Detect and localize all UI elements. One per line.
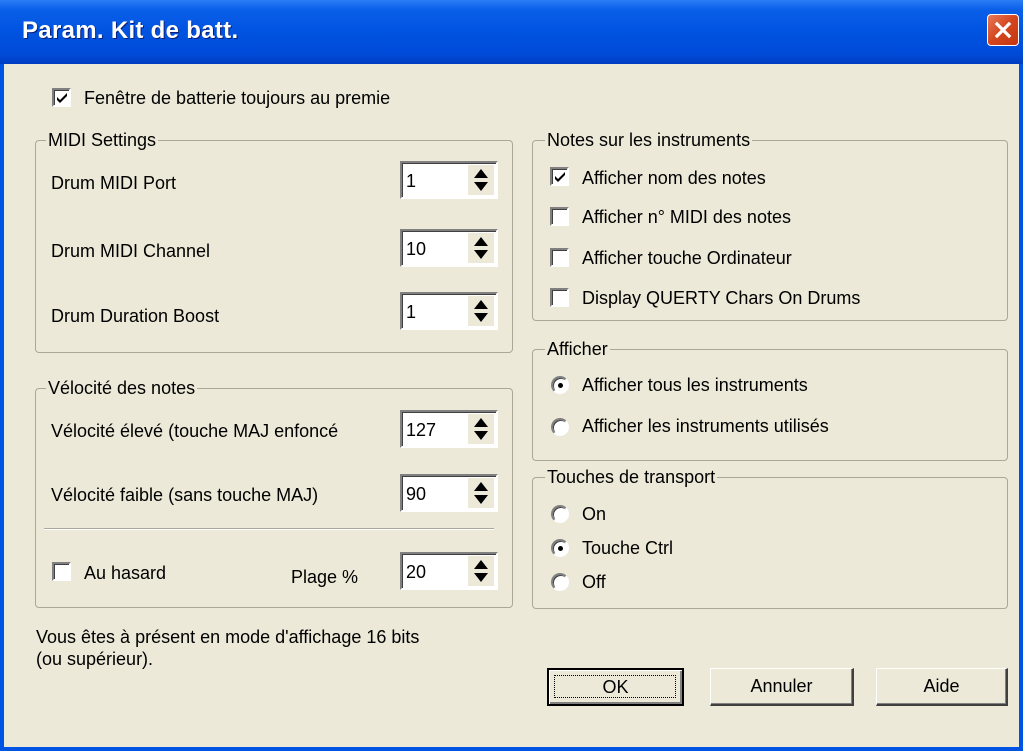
range-percent-value[interactable]: 20 [406, 561, 426, 583]
drum-midi-channel-spinner[interactable]: 10 [400, 229, 498, 267]
velocity-divider [44, 528, 494, 530]
velocity-low-spinner[interactable]: 90 [400, 474, 498, 512]
display-mode-info-line2: (ou supérieur). [36, 649, 154, 669]
help-button[interactable]: Aide [876, 668, 1008, 706]
help-button-label: Aide [923, 676, 960, 696]
spin-arrows-icon [474, 169, 488, 191]
spinner-arrows[interactable] [468, 478, 494, 508]
spinner-arrows[interactable] [468, 165, 494, 195]
checkmark-icon [555, 172, 565, 182]
velocity-high-label: Vélocité élevé (touche MAJ enfoncé [51, 421, 339, 441]
querty-chars-checkbox[interactable] [550, 288, 569, 307]
transport-on-label: On [582, 504, 607, 524]
show-all-instruments-label: Afficher tous les instruments [582, 375, 808, 395]
drum-midi-port-spinner[interactable]: 1 [400, 161, 498, 199]
dialog-window: Param. Kit de batt. Fenêtre de batterie … [0, 0, 1023, 751]
transport-off-radio[interactable] [551, 573, 569, 591]
show-computer-key-checkbox[interactable] [550, 248, 569, 267]
show-used-instruments-radio[interactable] [551, 418, 569, 436]
transport-ctrl-radio[interactable] [551, 539, 569, 557]
spin-arrows-icon [474, 300, 488, 322]
show-all-instruments-radio[interactable] [551, 376, 569, 394]
spin-arrows-icon [474, 482, 488, 504]
range-percent-spinner[interactable]: 20 [400, 552, 498, 590]
always-on-top-label: Fenêtre de batterie toujours au premie [84, 88, 391, 108]
show-note-names-label: Afficher nom des notes [582, 168, 766, 188]
cancel-button-label: Annuler [750, 676, 813, 696]
midi-settings-group-label: MIDI Settings [46, 130, 159, 150]
display-group-label: Afficher [545, 339, 610, 359]
range-percent-label: Plage % [291, 567, 359, 587]
transport-keys-group-label: Touches de transport [545, 467, 718, 487]
display-mode-info-line1: Vous êtes à présent en mode d'affichage … [36, 627, 420, 647]
drum-midi-port-label: Drum MIDI Port [51, 173, 177, 193]
velocity-high-value[interactable]: 127 [406, 419, 436, 441]
drum-duration-boost-value[interactable]: 1 [406, 301, 416, 323]
cancel-button[interactable]: Annuler [710, 668, 854, 706]
drum-midi-channel-label: Drum MIDI Channel [51, 241, 211, 261]
show-computer-key-label: Afficher touche Ordinateur [582, 248, 792, 268]
velocity-high-spinner[interactable]: 127 [400, 410, 498, 448]
drum-midi-channel-value[interactable]: 10 [406, 238, 426, 260]
transport-off-label: Off [582, 572, 606, 592]
ok-button[interactable]: OK [547, 668, 684, 706]
drum-duration-boost-spinner[interactable]: 1 [400, 292, 498, 330]
window-title: Param. Kit de batt. [22, 17, 239, 44]
close-button[interactable] [987, 14, 1019, 46]
show-midi-numbers-label: Afficher n° MIDI des notes [582, 207, 791, 227]
querty-chars-label: Display QUERTY Chars On Drums [582, 288, 861, 308]
spin-arrows-icon [474, 418, 488, 440]
transport-on-radio[interactable] [551, 505, 569, 523]
show-midi-numbers-checkbox[interactable] [550, 207, 569, 226]
close-icon [994, 21, 1012, 39]
notes-instruments-group-label: Notes sur les instruments [545, 130, 753, 150]
spinner-arrows[interactable] [468, 414, 494, 444]
spin-arrows-icon [474, 237, 488, 259]
show-note-names-checkbox[interactable] [550, 167, 569, 186]
drum-midi-port-value[interactable]: 1 [406, 170, 416, 192]
velocity-low-label: Vélocité faible (sans touche MAJ) [51, 485, 319, 505]
spinner-arrows[interactable] [468, 233, 494, 263]
display-group [532, 349, 1008, 461]
drum-duration-boost-label: Drum Duration Boost [51, 306, 220, 326]
show-used-instruments-label: Afficher les instruments utilisés [582, 416, 829, 436]
checkmark-icon [57, 93, 67, 103]
title-bar[interactable]: Param. Kit de batt. [0, 0, 1023, 64]
always-on-top-checkbox[interactable] [52, 88, 71, 107]
random-checkbox[interactable] [52, 562, 71, 581]
velocity-low-value[interactable]: 90 [406, 483, 426, 505]
spin-arrows-icon [474, 560, 488, 582]
spinner-arrows[interactable] [468, 296, 494, 326]
spinner-arrows[interactable] [468, 556, 494, 586]
transport-ctrl-label: Touche Ctrl [582, 538, 674, 558]
velocity-group-label: Vélocité des notes [46, 378, 198, 398]
ok-button-label: OK [602, 677, 629, 697]
random-label: Au hasard [84, 563, 167, 583]
